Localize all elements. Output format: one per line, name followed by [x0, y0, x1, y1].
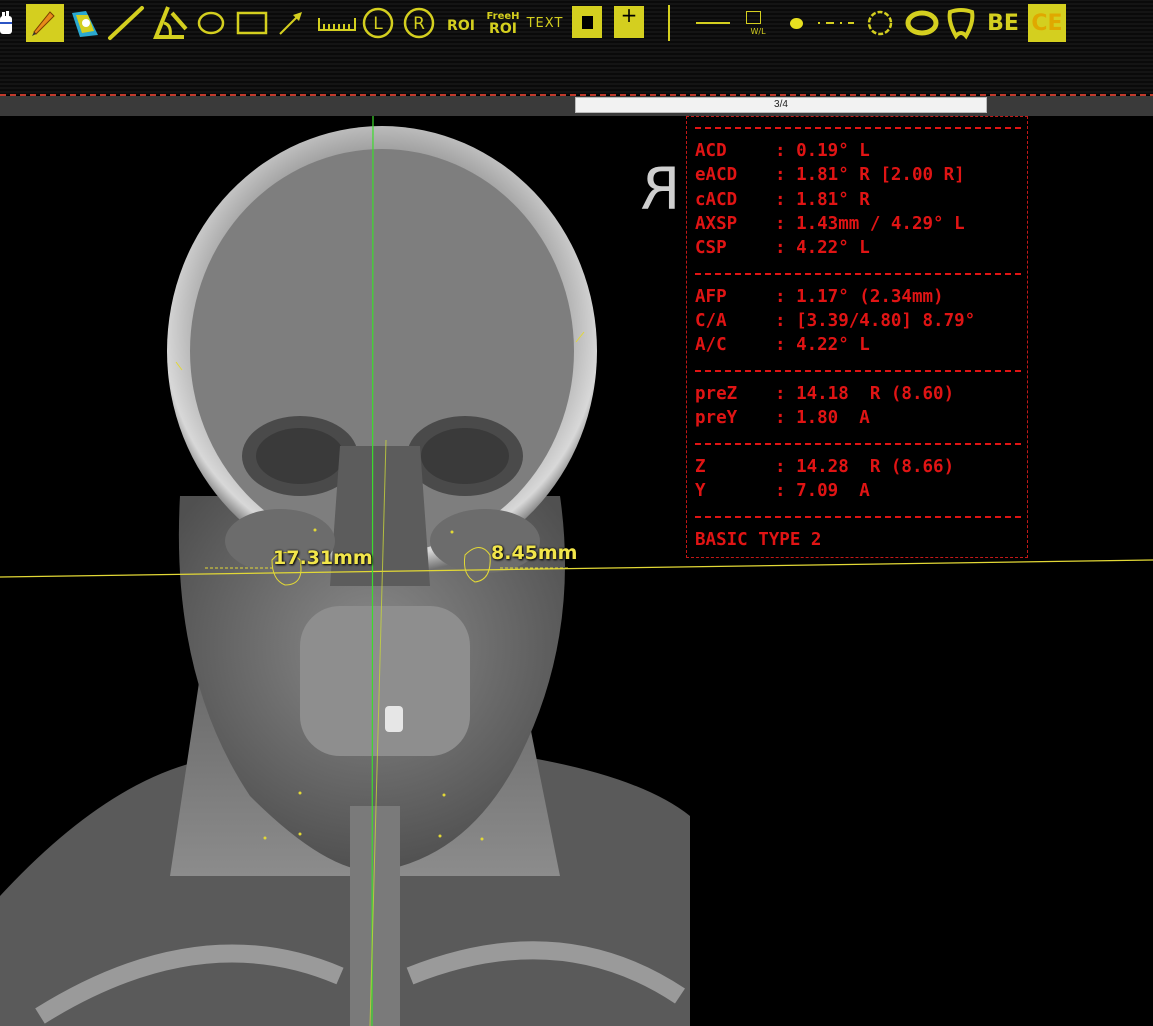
left-marker-icon[interactable]: L [361, 3, 395, 43]
left-measurement-label: 17.31mm [273, 547, 373, 569]
window-level-icon[interactable]: W/L [738, 3, 768, 43]
result-key: CSP [695, 238, 727, 258]
rectangle-icon[interactable] [235, 3, 269, 43]
fill-square-icon[interactable] [572, 6, 602, 38]
results-separator [695, 370, 1021, 372]
result-value: : 1.80 A [775, 408, 870, 428]
result-y: Y : 7.09 A [695, 480, 870, 502]
freehand-roi-icon[interactable]: FreeH ROI [484, 3, 522, 43]
circle-dashed-icon[interactable] [864, 3, 896, 43]
freehand-label: ROI [489, 21, 517, 37]
result-key: preZ [695, 384, 738, 404]
result-value: : 4.22° L [775, 238, 870, 258]
result-value: : 14.18 R (8.60) [775, 384, 955, 404]
ellipse-icon[interactable] [196, 3, 226, 43]
result-ac: A/C : 4.22° L [695, 334, 870, 356]
plus-label: + [620, 3, 638, 27]
result-value: : 1.43mm / 4.29° L [775, 214, 965, 234]
result-key: AXSP [695, 214, 738, 234]
arrow-icon[interactable] [277, 3, 305, 43]
result-z: Z : 14.28 R (8.66) [695, 456, 954, 478]
annotate-icon[interactable] [68, 3, 102, 43]
result-key: Z [695, 457, 706, 477]
result-value: : 14.28 R (8.66) [775, 457, 955, 477]
result-value: : 1.17° (2.34mm) [775, 287, 944, 307]
result-value: : 1.81° R [775, 190, 870, 210]
result-value: : 7.09 A [775, 481, 870, 501]
result-axsp: AXSP : 1.43mm / 4.29° L [695, 213, 965, 235]
results-separator [695, 127, 1021, 129]
result-key: preY [695, 408, 738, 428]
roi-label: ROI [447, 18, 475, 34]
result-key: A/C [695, 335, 727, 355]
result-csp: CSP : 4.22° L [695, 237, 870, 259]
text-icon[interactable]: TEXT [525, 3, 565, 43]
result-value: : 1.81° R [2.00 R] [775, 165, 965, 185]
results-separator [695, 443, 1021, 445]
be-label: BE [987, 10, 1019, 36]
result-key: Y [695, 481, 706, 501]
dash-icon[interactable] [816, 3, 856, 43]
be-button[interactable]: BE [984, 3, 1022, 43]
plus-icon[interactable]: + [614, 3, 644, 38]
roi-icon[interactable]: ROI [444, 3, 478, 43]
ce-label: CE [1031, 10, 1063, 36]
result-key: ACD [695, 141, 727, 161]
result-value: : 4.22° L [775, 335, 870, 355]
shape-icon[interactable] [944, 3, 978, 43]
ruler-icon[interactable] [316, 3, 358, 43]
result-key: AFP [695, 287, 727, 307]
text-label: TEXT [526, 15, 564, 31]
result-ca: C/A : [3.39/4.80] 8.79° [695, 310, 975, 332]
toolbar-divider [666, 3, 672, 43]
right-measurement-label: 8.45mm [491, 542, 578, 564]
line-style-icon[interactable] [694, 3, 732, 43]
result-value: : 0.19° L [775, 141, 870, 161]
toolbar: L R ROI FreeH ROI TEXT + W/L BE CE [0, 0, 1153, 95]
result-value: : [3.39/4.80] 8.79° [775, 311, 976, 331]
angle-icon[interactable] [150, 3, 190, 43]
result-key: C/A [695, 311, 727, 331]
right-marker-icon[interactable]: R [402, 3, 436, 43]
ce-button[interactable]: CE [1028, 4, 1066, 42]
line-icon[interactable] [106, 3, 146, 43]
result-cacd: cACD : 1.81° R [695, 189, 870, 211]
result-key: eACD [695, 165, 738, 185]
page-indicator[interactable]: 3/4 [575, 97, 987, 113]
result-summary: BASIC TYPE 2 [695, 530, 822, 550]
wl-label: W/L [750, 26, 766, 36]
result-key: cACD [695, 190, 738, 210]
orientation-marker: R [640, 155, 681, 223]
hand-icon[interactable] [0, 3, 14, 43]
results-separator [695, 273, 1021, 275]
result-prez: preZ : 14.18 R (8.60) [695, 383, 954, 405]
result-eacd: eACD : 1.81° R [2.00 R] [695, 164, 965, 186]
result-prey: preY : 1.80 A [695, 407, 870, 429]
ring-icon[interactable] [904, 3, 940, 43]
dot-icon[interactable] [786, 3, 806, 43]
result-acd: ACD : 0.19° L [695, 140, 870, 162]
right-marker-label: R [413, 14, 425, 34]
pencil-icon[interactable] [26, 4, 64, 42]
left-marker-label: L [373, 14, 383, 34]
results-separator [695, 516, 1021, 518]
result-afp: AFP : 1.17° (2.34mm) [695, 286, 944, 308]
results-panel: ACD : 0.19° L eACD : 1.81° R [2.00 R] cACD… [686, 116, 1028, 558]
xray-image[interactable] [0, 116, 690, 1026]
